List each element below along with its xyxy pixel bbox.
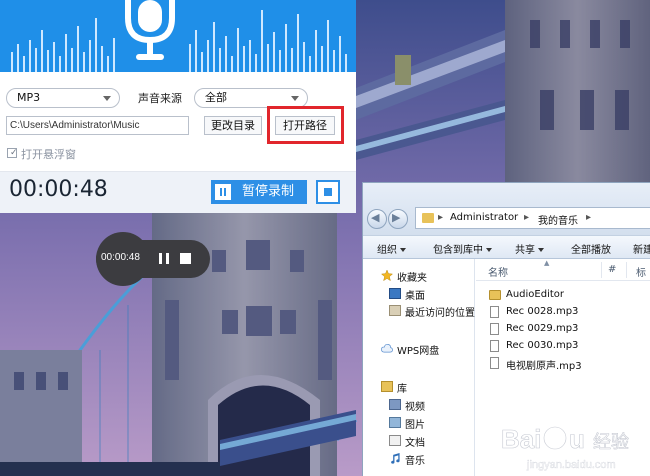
floating-recorder-widget[interactable]: 00:00:48 xyxy=(96,232,210,286)
chevron-down-icon xyxy=(486,248,492,252)
nav-favorites[interactable]: 收藏夹 xyxy=(397,269,427,284)
column-divider[interactable] xyxy=(626,262,627,278)
column-header: 名称 ▲ # 标 xyxy=(476,259,650,281)
star-icon xyxy=(381,270,393,281)
chevron-down-icon xyxy=(400,248,406,252)
list-item[interactable]: Rec 0029.mp3 xyxy=(476,321,650,338)
chevron-down-icon xyxy=(538,248,544,252)
microphone-icon xyxy=(125,0,175,60)
floating-elapsed-time: 00:00:48 xyxy=(101,252,140,263)
column-number[interactable]: # xyxy=(608,264,616,275)
format-select[interactable]: MP3 xyxy=(6,88,120,108)
include-in-library-label: 包含到库中 xyxy=(433,245,483,256)
checkmark-icon: ✓ xyxy=(10,148,18,158)
pause-record-button[interactable]: 暂停录制 xyxy=(211,180,307,204)
share-menu[interactable]: 共享 xyxy=(515,241,544,256)
play-all-button[interactable]: 全部播放 xyxy=(571,241,611,256)
svg-text:jingyan.baidu.com: jingyan.baidu.com xyxy=(526,459,616,471)
recent-places-icon xyxy=(389,305,401,316)
share-label: 共享 xyxy=(515,245,535,256)
breadcrumb-separator-icon[interactable]: ▸ xyxy=(438,212,443,223)
waveform-graphic xyxy=(11,0,347,72)
pause-icon[interactable] xyxy=(158,252,172,266)
recorder-banner xyxy=(0,0,356,72)
chevron-down-icon xyxy=(291,96,299,101)
file-name: 电视剧原声.mp3 xyxy=(506,361,582,372)
source-select-value: 全部 xyxy=(205,91,227,104)
float-window-label: 打开悬浮窗 xyxy=(21,148,76,161)
file-icon xyxy=(490,340,499,352)
breadcrumb-my-music[interactable]: 我的音乐 xyxy=(538,212,578,227)
nav-videos[interactable]: 视频 xyxy=(405,398,425,413)
chevron-down-icon xyxy=(103,96,111,101)
stop-record-button[interactable] xyxy=(316,180,340,204)
cloud-icon xyxy=(381,343,393,353)
file-icon xyxy=(490,323,499,335)
new-folder-button[interactable]: 新建 xyxy=(633,241,650,256)
svg-text:经验: 经验 xyxy=(593,432,629,453)
format-select-value: MP3 xyxy=(17,91,41,104)
nav-music[interactable]: 音乐 xyxy=(405,452,425,467)
document-icon xyxy=(389,435,401,446)
open-path-button[interactable]: 打开路径 xyxy=(275,116,335,135)
nav-libraries[interactable]: 库 xyxy=(397,380,407,395)
arrow-right-icon: ▶ xyxy=(392,211,401,224)
folder-icon xyxy=(489,290,501,300)
folder-icon xyxy=(422,213,434,223)
forward-button[interactable]: ▶ xyxy=(388,209,408,229)
library-icon xyxy=(381,381,393,392)
save-path-input[interactable]: C:\Users\Administrator\Music xyxy=(6,116,189,135)
svg-text:Bai: Bai xyxy=(501,424,541,454)
list-item[interactable]: Rec 0030.mp3 xyxy=(476,338,650,355)
address-bar[interactable]: ▸ Administrator ▸ 我的音乐 ▸ xyxy=(415,207,650,229)
svg-text:u: u xyxy=(569,424,585,454)
organize-label: 组织 xyxy=(377,245,397,256)
explorer-address-bar-area: ◀ ▶ ▸ Administrator ▸ 我的音乐 ▸ xyxy=(363,183,650,235)
file-icon xyxy=(490,357,499,369)
include-in-library-menu[interactable]: 包含到库中 xyxy=(433,241,492,256)
arrow-left-icon: ◀ xyxy=(371,211,380,224)
nav-desktop[interactable]: 桌面 xyxy=(405,287,425,302)
list-item[interactable]: Rec 0028.mp3 xyxy=(476,304,650,321)
stop-icon[interactable] xyxy=(180,253,191,264)
pause-icon xyxy=(215,184,231,200)
pause-record-label: 暂停录制 xyxy=(242,184,295,199)
stop-icon xyxy=(324,188,332,196)
breadcrumb-separator-icon[interactable]: ▸ xyxy=(586,212,591,223)
nav-pictures[interactable]: 图片 xyxy=(405,416,425,431)
music-note-icon xyxy=(391,453,400,464)
navigation-pane: 收藏夹 桌面 最近访问的位置 WPS网盘 库 视频 图片 文档 音乐 xyxy=(363,259,475,476)
recorder-control-bar: 00:00:48 暂停录制 xyxy=(0,172,356,213)
desktop-icon xyxy=(389,288,401,299)
list-item[interactable]: 电视剧原声.mp3 xyxy=(476,355,650,372)
picture-icon xyxy=(389,417,401,428)
nav-documents[interactable]: 文档 xyxy=(405,434,425,449)
elapsed-time: 00:00:48 xyxy=(9,177,108,202)
explorer-toolbar: 组织 包含到库中 共享 全部播放 新建 xyxy=(363,235,650,259)
back-button[interactable]: ◀ xyxy=(367,209,387,229)
video-icon xyxy=(389,399,401,410)
file-name: Rec 0028.mp3 xyxy=(506,306,579,317)
list-item[interactable]: AudioEditor xyxy=(476,287,650,304)
recorder-options-panel: MP3 声音来源 全部 C:\Users\Administrator\Music… xyxy=(0,72,356,172)
float-window-checkbox[interactable]: ✓ xyxy=(7,148,18,158)
file-icon xyxy=(490,306,499,318)
column-title[interactable]: 标 xyxy=(636,264,646,279)
organize-menu[interactable]: 组织 xyxy=(377,241,406,256)
change-directory-button[interactable]: 更改目录 xyxy=(204,116,262,135)
file-name: Rec 0029.mp3 xyxy=(506,323,579,334)
breadcrumb-separator-icon[interactable]: ▸ xyxy=(524,212,529,223)
column-divider[interactable] xyxy=(601,262,602,278)
file-name: Rec 0030.mp3 xyxy=(506,340,579,351)
breadcrumb-administrator[interactable]: Administrator xyxy=(450,212,518,223)
nav-recent-places[interactable]: 最近访问的位置 xyxy=(405,304,475,319)
recorder-window: MP3 声音来源 全部 C:\Users\Administrator\Music… xyxy=(0,0,356,213)
nav-wps-cloud[interactable]: WPS网盘 xyxy=(397,342,439,357)
file-name: AudioEditor xyxy=(506,289,565,300)
source-label: 声音来源 xyxy=(138,92,182,105)
baidu-watermark-logo: Bai u 经验 jingyan.baidu.com xyxy=(501,424,630,471)
source-select[interactable]: 全部 xyxy=(194,88,308,108)
sort-chevron-icon: ▲ xyxy=(544,259,550,267)
column-name[interactable]: 名称 xyxy=(488,264,508,279)
